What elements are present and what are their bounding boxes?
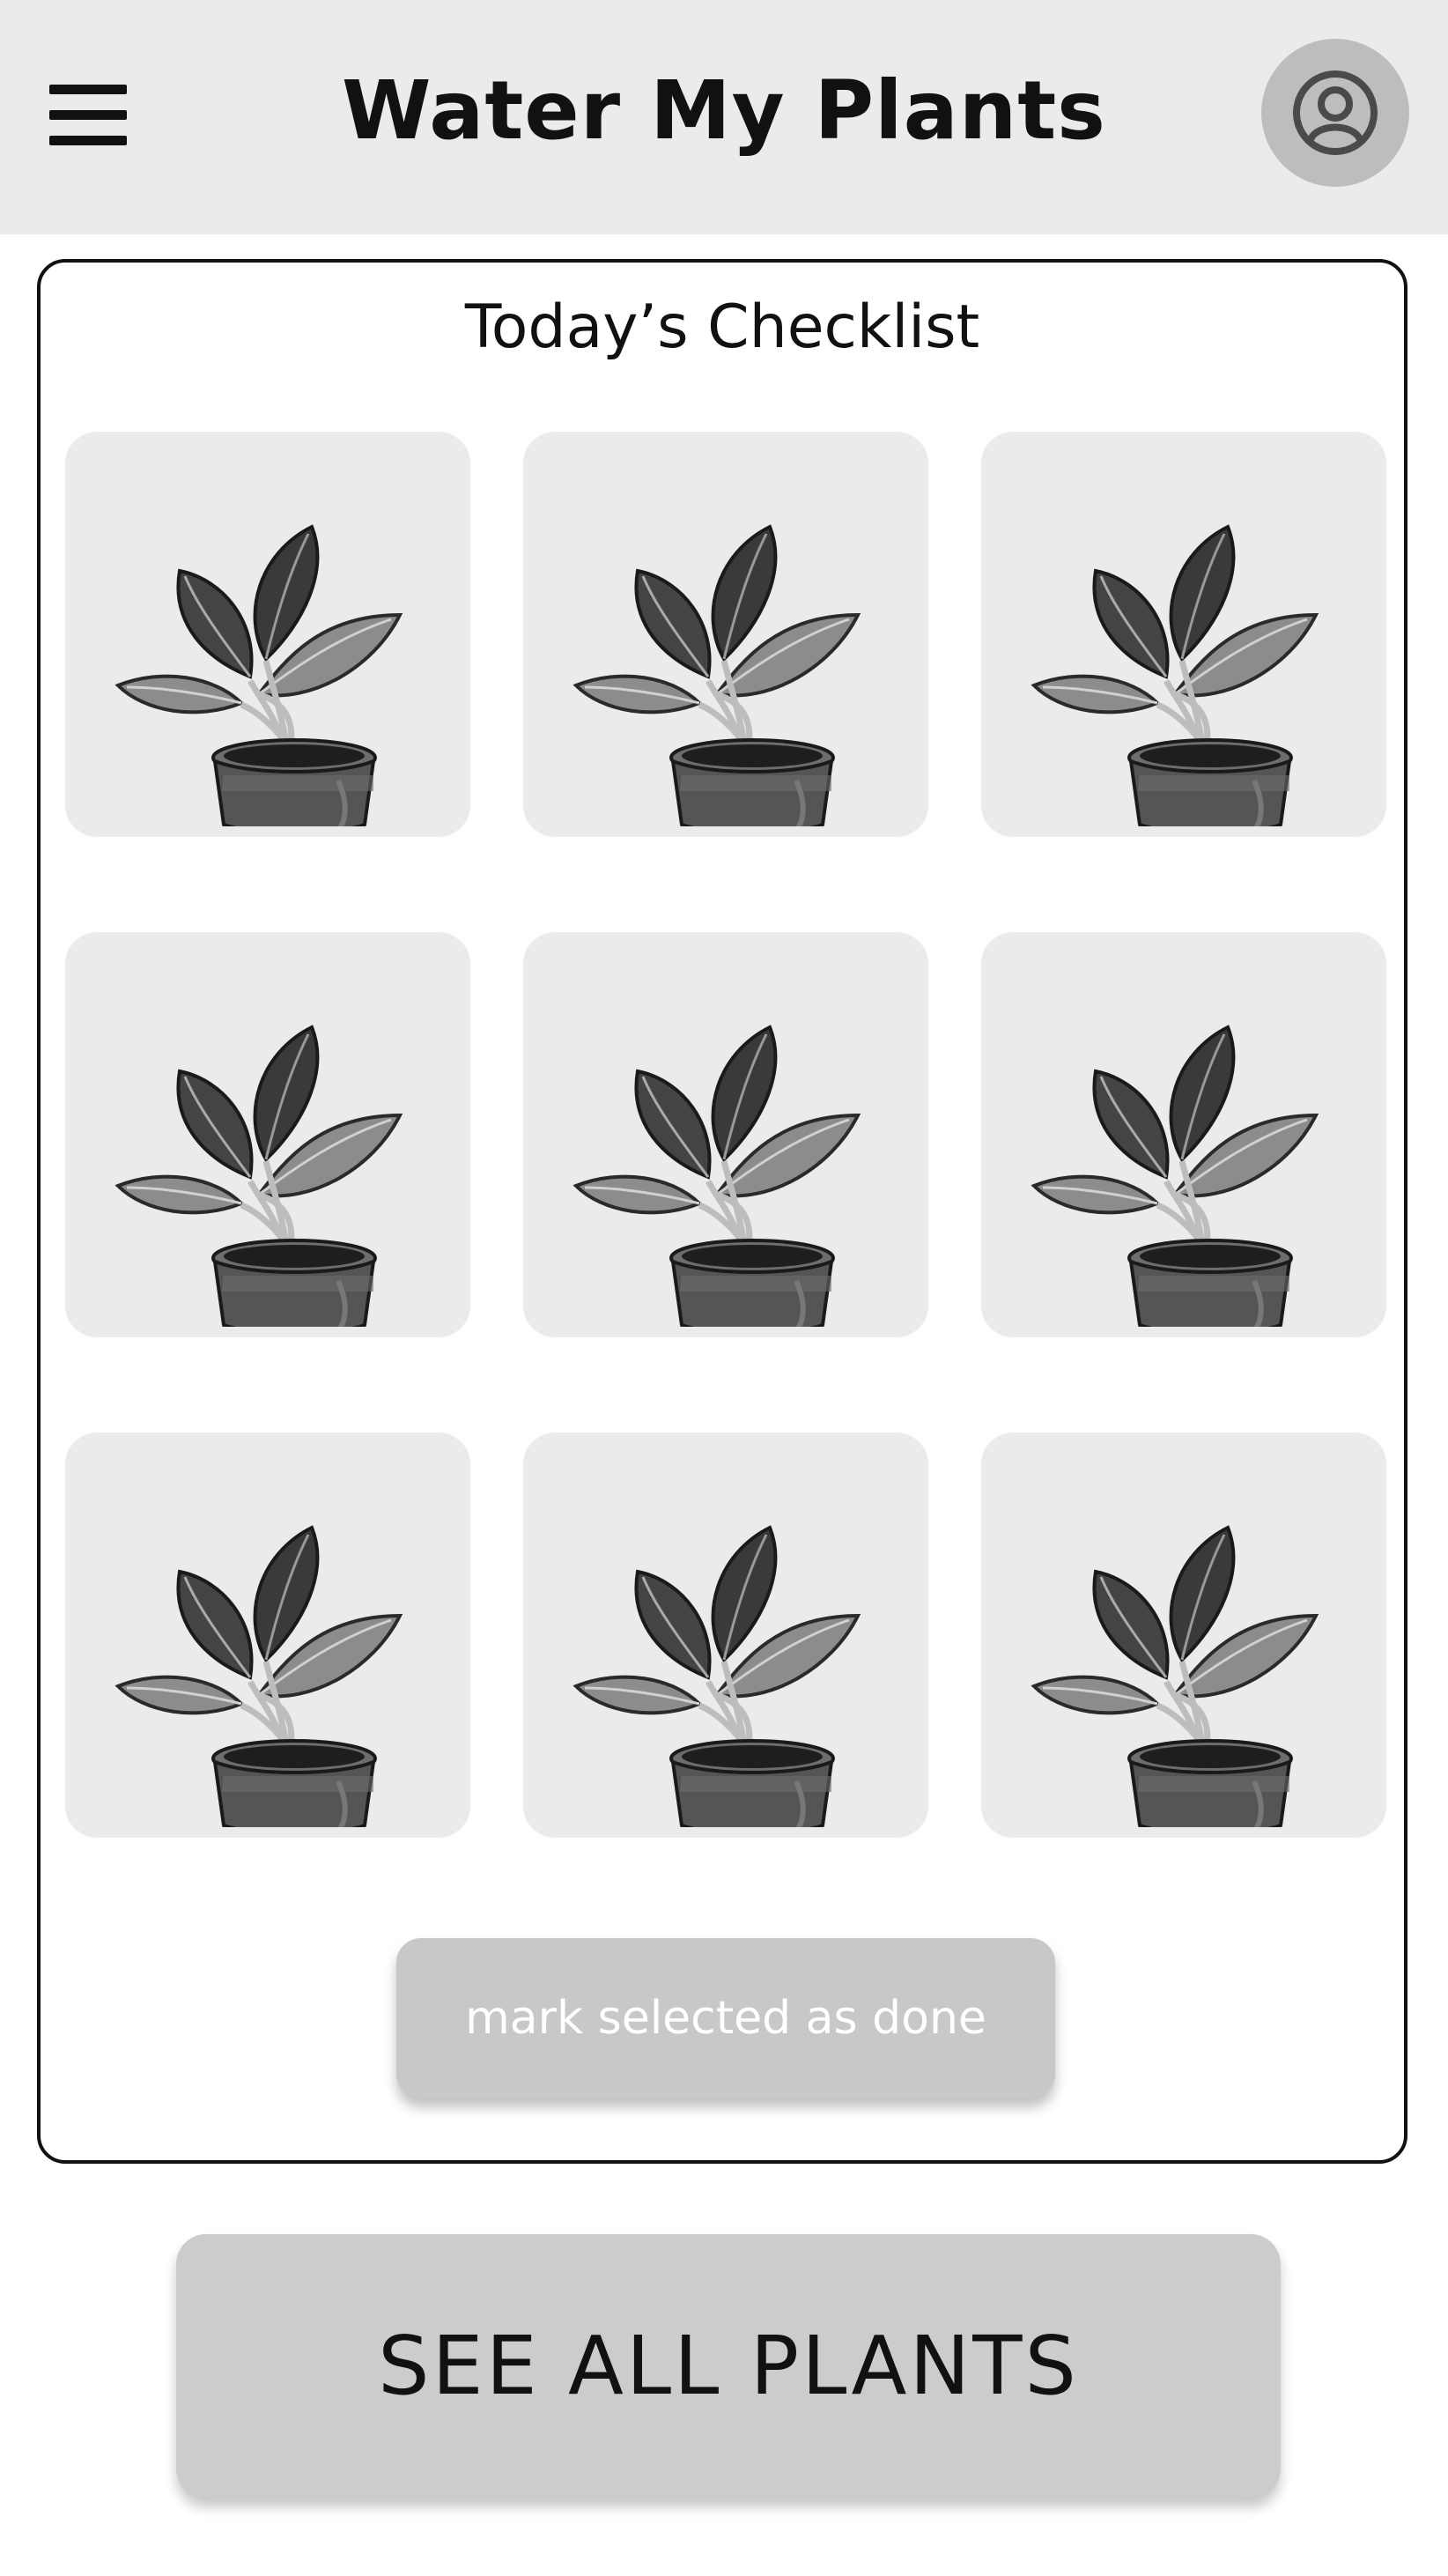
app-header: Water My Plants — [0, 0, 1448, 234]
user-avatar-icon — [1293, 70, 1378, 155]
plant-tile[interactable] — [523, 932, 928, 1337]
plant-tile[interactable] — [65, 1432, 470, 1838]
potted-plant-icon — [115, 1025, 403, 1327]
see-all-plants-button[interactable]: SEE ALL PLANTS — [176, 2234, 1281, 2498]
plant-tile[interactable] — [981, 432, 1386, 837]
potted-plant-icon — [1031, 1525, 1319, 1827]
plant-tile[interactable] — [523, 1432, 928, 1838]
app-title: Water My Plants — [342, 63, 1106, 158]
potted-plant-icon — [1031, 524, 1319, 826]
plant-tile[interactable] — [523, 432, 928, 837]
potted-plant-icon — [573, 524, 861, 826]
plant-tile[interactable] — [65, 932, 470, 1337]
potted-plant-icon — [573, 1025, 861, 1327]
todays-checklist-card: Today’s Checklist mark selected as done — [37, 259, 1407, 2164]
potted-plant-icon — [1031, 1025, 1319, 1327]
plant-tile[interactable] — [981, 1432, 1386, 1838]
plant-tile[interactable] — [65, 432, 470, 837]
mark-selected-done-button[interactable]: mark selected as done — [396, 1938, 1055, 2099]
profile-button[interactable] — [1261, 39, 1409, 187]
plant-grid — [65, 432, 1386, 1838]
checklist-title: Today’s Checklist — [464, 292, 980, 362]
potted-plant-icon — [115, 1525, 403, 1827]
potted-plant-icon — [573, 1525, 861, 1827]
plant-tile[interactable] — [981, 932, 1386, 1337]
potted-plant-icon — [115, 524, 403, 826]
